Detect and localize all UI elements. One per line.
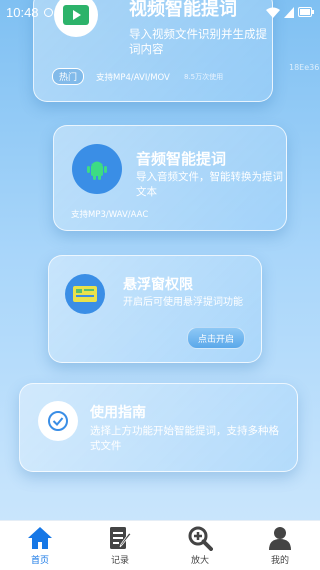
status-bar: 10:48: [0, 0, 320, 24]
audio-prompt-card[interactable]: 音频智能提词 导入音频文件，智能转换为提词文本 支持MP3/WAV/AAC: [53, 125, 287, 231]
usage-guide-card: 使用指南 选择上方功能开始智能提词，支持多种格式文件: [19, 383, 298, 472]
signal-icon: [284, 6, 294, 18]
float-permission-card: 悬浮窗权限 开启后可使用悬浮提词功能 点击开启: [48, 255, 262, 363]
status-time: 10:48: [6, 4, 39, 20]
home-icon: [28, 527, 52, 549]
video-card-desc: 导入视频文件识别并生成提词内容: [129, 27, 267, 56]
video-usage-count: 8.5万次使用: [184, 73, 224, 81]
check-circle-icon: [38, 401, 78, 441]
wifi-icon: [266, 7, 280, 18]
zoom-in-icon: [188, 526, 213, 551]
tab-zoom[interactable]: 放大: [160, 521, 240, 570]
float-card-desc: 开启后可使用悬浮提词功能: [123, 297, 243, 308]
tab-records[interactable]: 记录: [80, 521, 160, 570]
video-formats: 支持MP4/AVI/MOV: [96, 73, 170, 83]
enable-permission-button[interactable]: 点击开启: [187, 327, 245, 349]
audio-card-desc: 导入音频文件，智能转换为提词文本: [136, 171, 283, 198]
tab-zoom-label: 放大: [190, 556, 209, 566]
notification-icon: [43, 7, 53, 17]
watermark-text: 18Ee36: [289, 63, 320, 72]
record-edit-icon: [110, 527, 132, 549]
guide-card-title: 使用指南: [90, 405, 146, 421]
tab-mine[interactable]: 我的: [240, 521, 320, 570]
android-robot-icon: [72, 144, 122, 194]
guide-card-desc: 选择上方功能开始智能提词，支持多种格式文件: [90, 425, 279, 452]
tab-records-label: 记录: [110, 556, 129, 566]
float-card-title: 悬浮窗权限: [123, 277, 193, 293]
tab-home-label: 首页: [30, 556, 49, 566]
floating-window-icon: [65, 274, 105, 314]
audio-formats: 支持MP3/WAV/AAC: [71, 210, 149, 220]
bottom-tab-bar: 首页 记录 放大 我的: [0, 520, 320, 570]
audio-card-title: 音频智能提词: [136, 150, 227, 168]
tab-mine-label: 我的: [270, 556, 289, 566]
tab-home[interactable]: 首页: [0, 521, 80, 570]
status-icons: [266, 6, 314, 18]
hot-badge: 热门: [52, 68, 85, 85]
user-icon: [269, 527, 291, 550]
battery-icon: [298, 7, 314, 17]
